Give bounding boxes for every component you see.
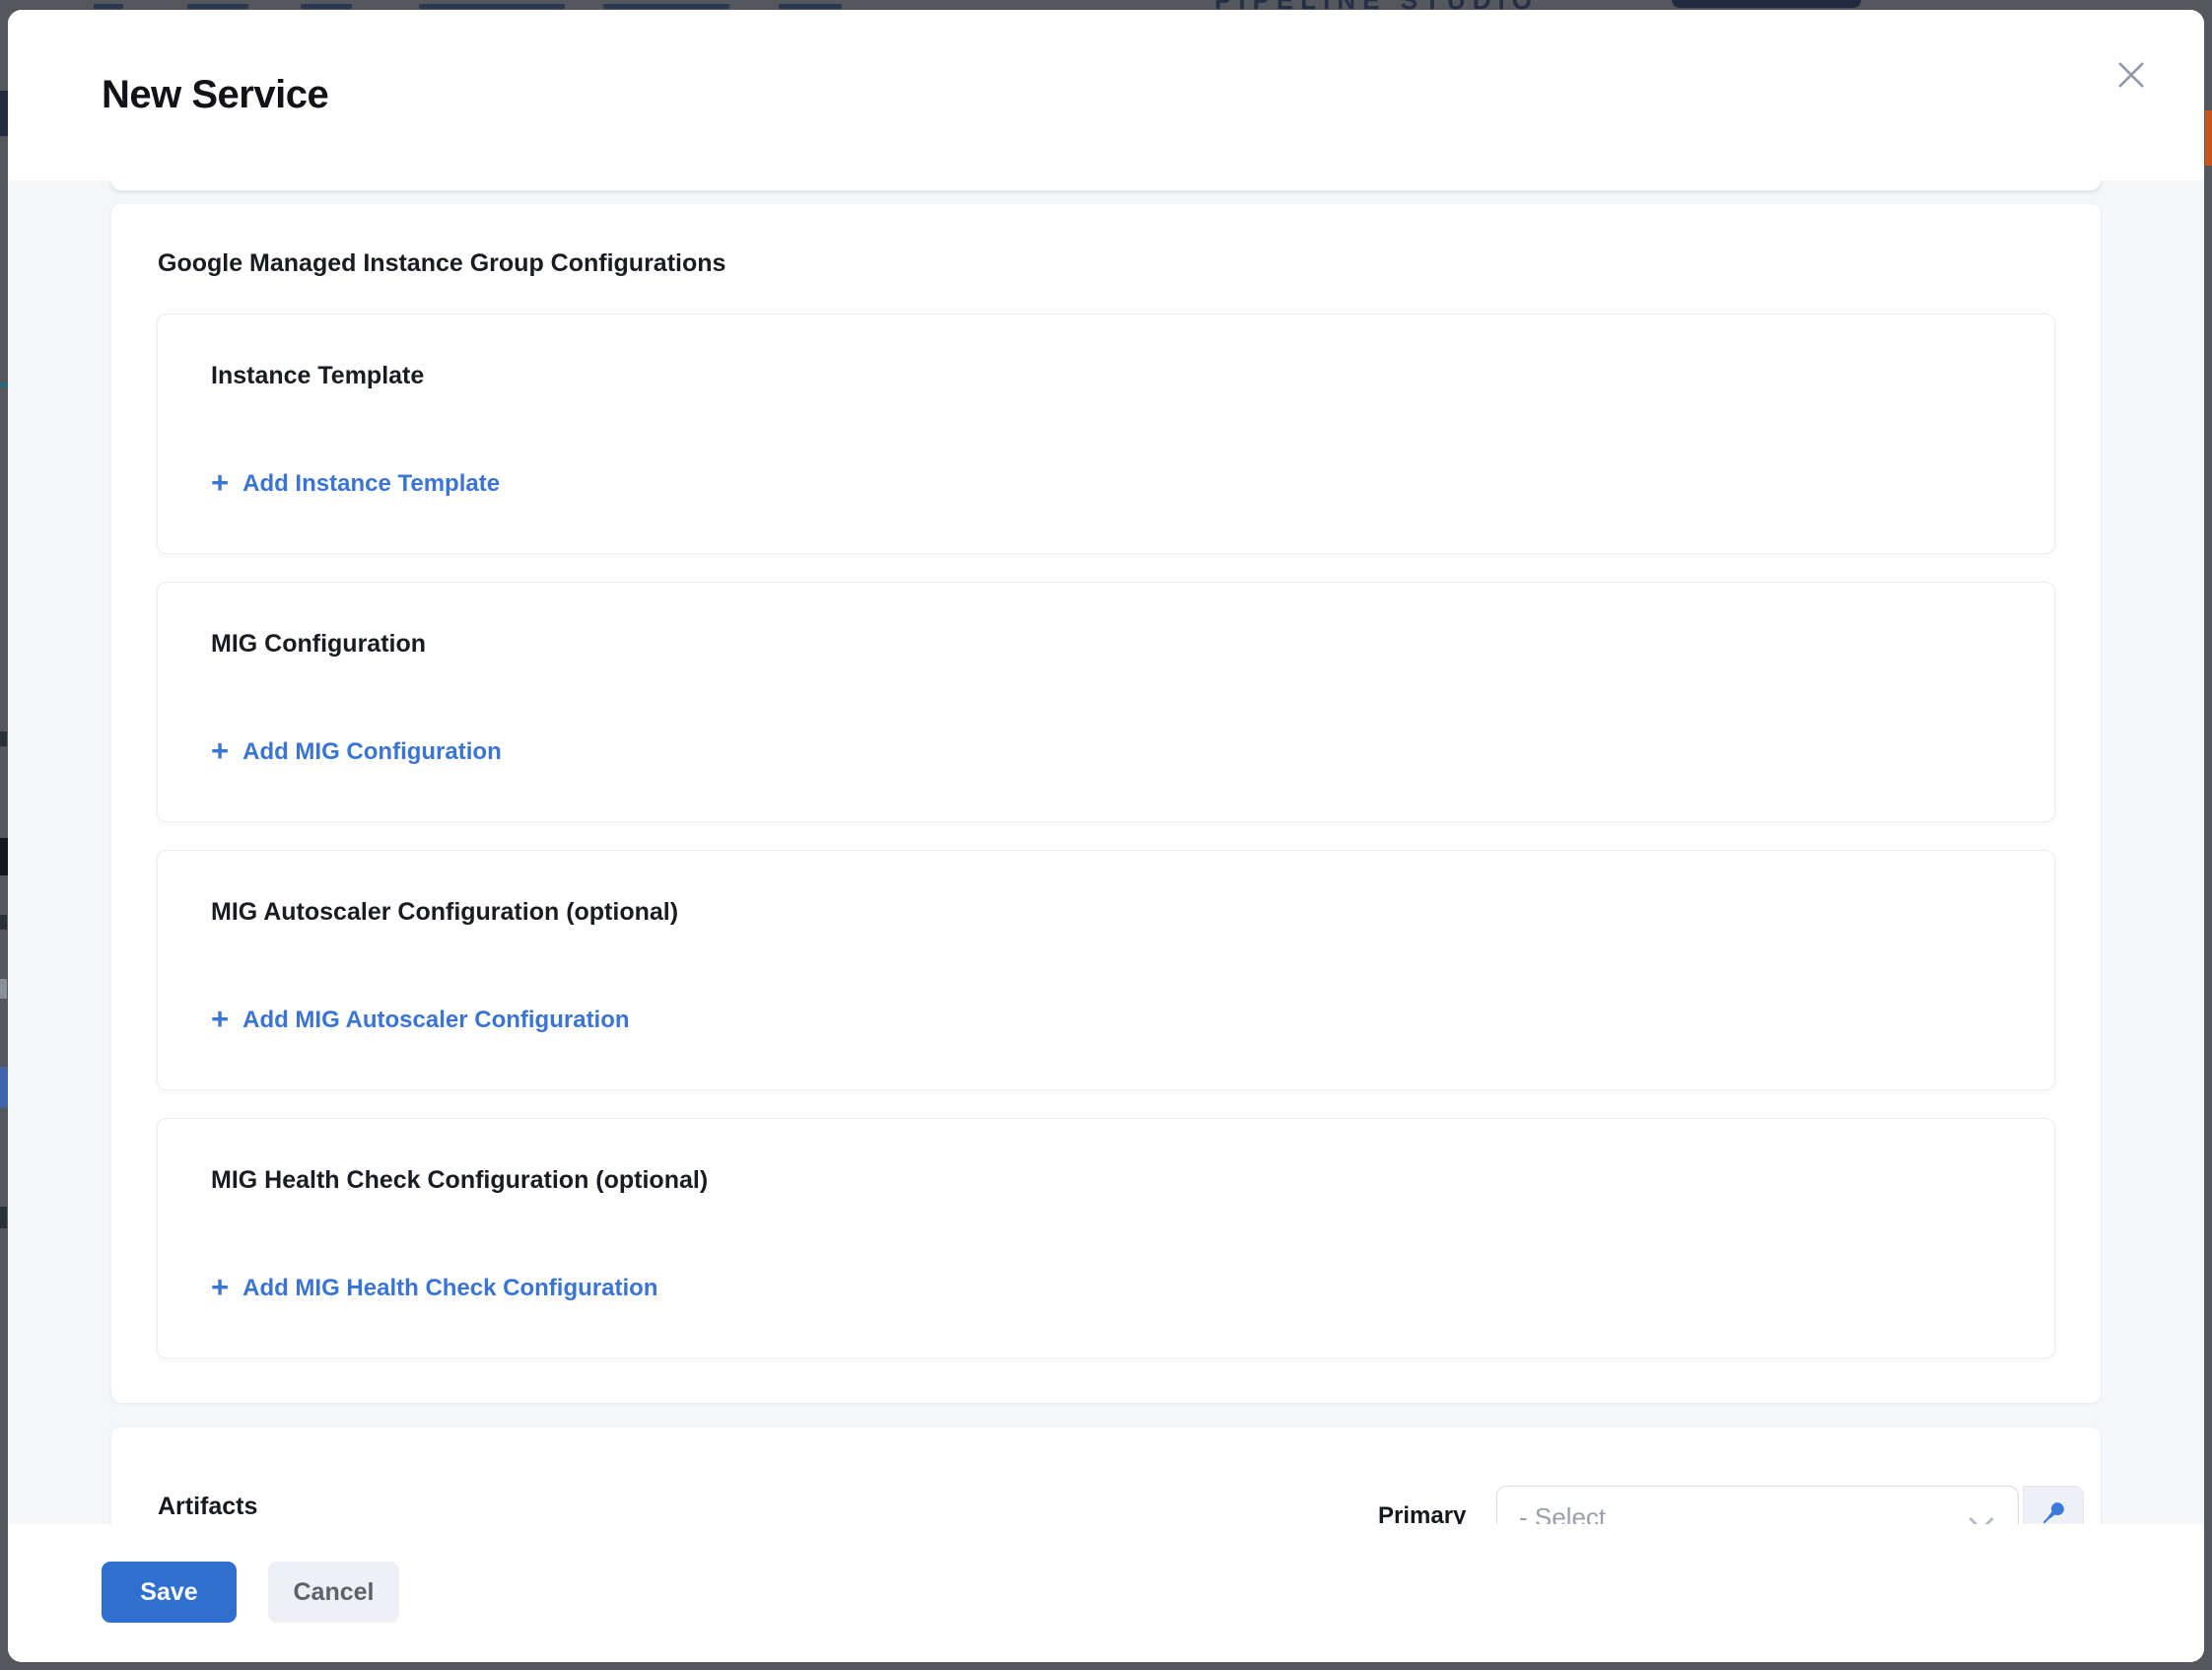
artifacts-title: Artifacts [158, 1493, 257, 1521]
scrolled-card-sliver [111, 180, 2101, 190]
backdrop-fragment [2205, 110, 2212, 166]
config-card-title: Instance Template [211, 362, 424, 390]
screen: PIPELINE STUDIO New Service [0, 0, 2212, 1670]
backdrop-fragment [0, 91, 8, 136]
pin-button[interactable] [2023, 1486, 2084, 1524]
backdrop-fragment [0, 979, 7, 999]
config-card: Instance Template + Add Instance Templat… [157, 313, 2055, 554]
plus-icon: + [211, 739, 229, 763]
backdrop-fragment [419, 4, 565, 9]
backdrop-fragment [0, 383, 8, 387]
add-configuration-link[interactable]: + Add MIG Autoscaler Configuration [211, 1007, 630, 1034]
config-card-title: MIG Health Check Configuration (optional… [211, 1166, 708, 1195]
select-placeholder: - Select [1519, 1502, 1606, 1524]
new-service-modal: New Service Google Managed Instance Grou… [8, 10, 2204, 1662]
primary-label: Primary [1378, 1502, 1466, 1524]
modal-footer: Save Cancel [8, 1524, 2204, 1662]
config-card-title: MIG Configuration [211, 630, 426, 659]
add-link-label: Add MIG Autoscaler Configuration [242, 1007, 629, 1034]
mig-configurations-section: Google Managed Instance Group Configurat… [111, 204, 2101, 1403]
cancel-button[interactable]: Cancel [268, 1562, 399, 1623]
add-link-label: Add MIG Health Check Configuration [242, 1275, 657, 1302]
backdrop-fragment [0, 915, 7, 930]
plus-icon: + [211, 1008, 229, 1031]
pin-icon [2039, 1498, 2068, 1524]
add-configuration-link[interactable]: + Add MIG Configuration [211, 738, 502, 766]
section-title: Google Managed Instance Group Configurat… [158, 249, 726, 278]
backdrop-fragment [0, 1067, 8, 1108]
add-link-label: Add MIG Configuration [242, 738, 502, 766]
backdrop-navbar-sliver: PIPELINE STUDIO [0, 0, 2212, 10]
backdrop-button-fragment [1672, 0, 1861, 8]
primary-artifact-select[interactable]: - Select [1496, 1486, 2019, 1524]
add-configuration-link[interactable]: + Add MIG Health Check Configuration [211, 1275, 657, 1302]
backdrop-brand-text: PIPELINE STUDIO [1214, 0, 1539, 10]
add-link-label: Add Instance Template [242, 470, 500, 498]
backdrop-fragment [603, 4, 729, 9]
backdrop-fragment [0, 731, 7, 746]
save-button[interactable]: Save [102, 1562, 237, 1623]
backdrop-fragment [301, 4, 352, 9]
config-card-title: MIG Autoscaler Configuration (optional) [211, 898, 678, 927]
config-card: MIG Autoscaler Configuration (optional) … [157, 850, 2055, 1090]
backdrop-fragment [0, 1207, 7, 1228]
modal-body: Google Managed Instance Group Configurat… [8, 180, 2204, 1524]
add-configuration-link[interactable]: + Add Instance Template [211, 470, 500, 498]
chevron-down-icon [1969, 1506, 1993, 1524]
backdrop-fragment [0, 838, 8, 875]
plus-icon: + [211, 1276, 229, 1299]
close-icon [2114, 58, 2148, 92]
backdrop-fragment [779, 4, 842, 9]
backdrop-fragment [187, 4, 248, 9]
backdrop-fragment [94, 4, 123, 9]
plus-icon: + [211, 471, 229, 495]
modal-header: New Service [8, 10, 2204, 180]
modal-title: New Service [102, 73, 328, 117]
config-card: MIG Health Check Configuration (optional… [157, 1118, 2055, 1358]
close-button[interactable] [2109, 53, 2153, 97]
artifacts-section: Artifacts Primary - Select [111, 1427, 2101, 1524]
config-card: MIG Configuration + Add MIG Configuratio… [157, 582, 2055, 822]
